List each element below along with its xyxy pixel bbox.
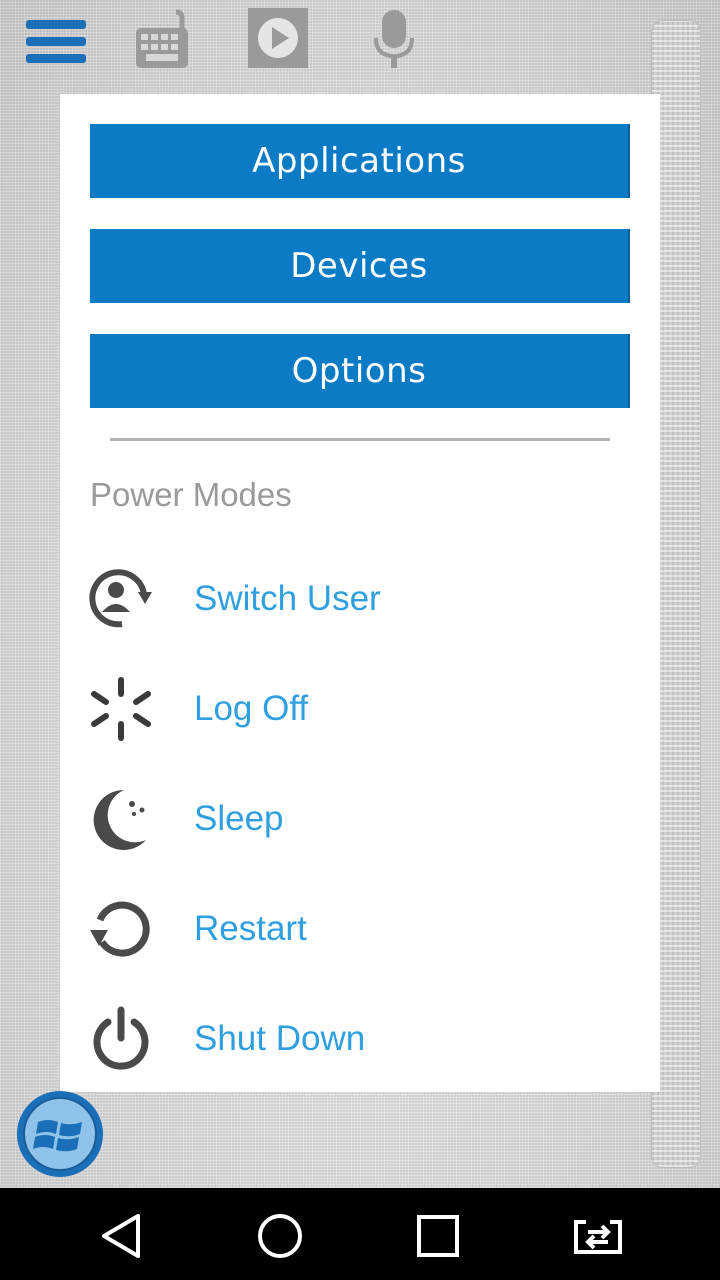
applications-button[interactable]: Applications [90, 124, 630, 198]
hamburger-menu-icon[interactable] [26, 20, 86, 72]
sleep-moon-icon [93, 789, 146, 850]
switch-user-label: Switch User [194, 579, 381, 618]
recents-square-icon[interactable] [408, 1206, 468, 1266]
back-triangle-icon[interactable] [92, 1206, 152, 1266]
log-off-label: Log Off [194, 689, 309, 728]
sleep-label: Sleep [194, 799, 284, 838]
devices-button[interactable]: Devices [90, 229, 630, 303]
restart-icon [90, 901, 150, 957]
power-item-restart[interactable]: Restart [86, 889, 606, 969]
windows-start-icon[interactable] [14, 1088, 106, 1180]
power-item-switch-user[interactable]: Switch User [86, 559, 606, 639]
restart-label: Restart [194, 909, 307, 948]
power-icon [93, 1006, 149, 1070]
home-circle-icon[interactable] [250, 1206, 310, 1266]
power-item-shut-down[interactable]: Shut Down [86, 999, 606, 1079]
log-off-icon [91, 677, 151, 741]
power-modes-title: Power Modes [90, 476, 292, 513]
options-button[interactable]: Options [90, 334, 630, 408]
android-nav-bar [0, 1188, 720, 1280]
microphone-icon[interactable] [370, 8, 418, 70]
keyboard-icon[interactable] [132, 8, 192, 70]
power-item-sleep[interactable]: Sleep [86, 779, 606, 859]
switch-app-icon[interactable] [568, 1206, 628, 1266]
main-menu-panel: Applications Devices Options Power Modes… [60, 94, 660, 1092]
switch-user-icon [89, 569, 152, 628]
play-icon[interactable] [248, 8, 308, 68]
divider [110, 438, 610, 441]
shut-down-label: Shut Down [194, 1019, 366, 1058]
power-item-log-off[interactable]: Log Off [86, 669, 606, 749]
